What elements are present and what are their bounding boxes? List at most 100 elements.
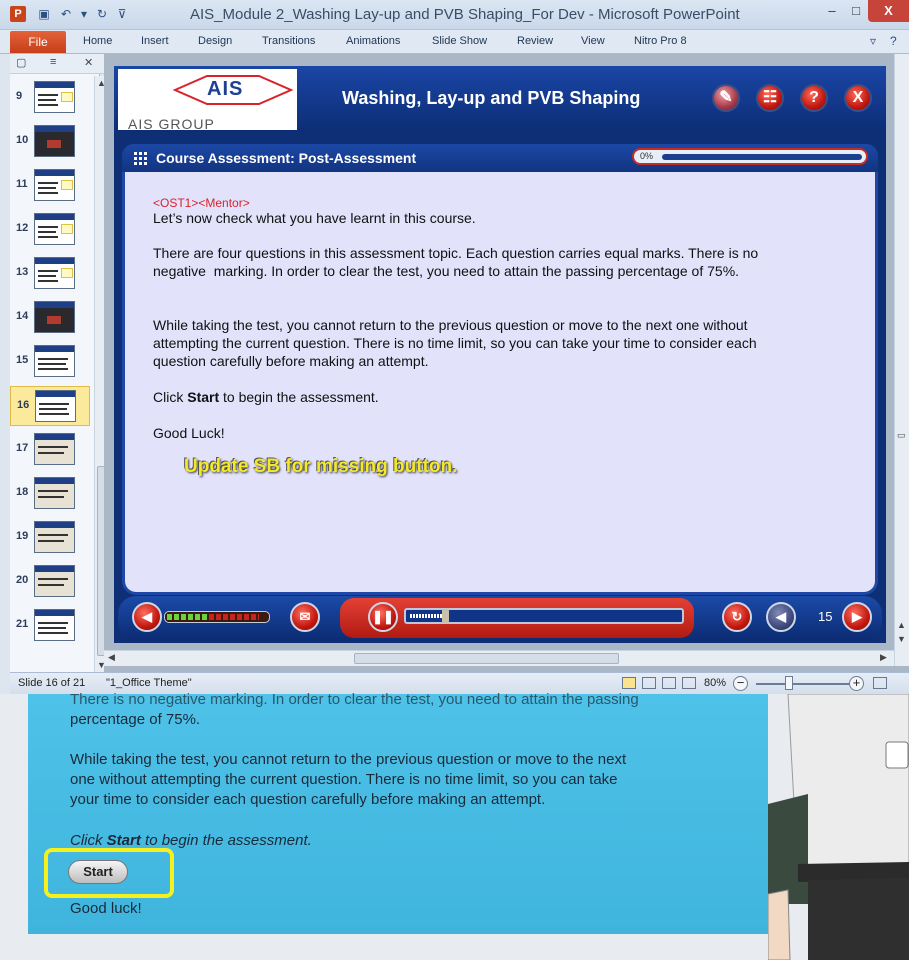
- horizontal-scroll-thumb[interactable]: [354, 653, 619, 664]
- slides-tab-icon[interactable]: ▢: [16, 56, 26, 69]
- previous-icon[interactable]: ◀: [766, 602, 796, 632]
- customize-toolbar-icon[interactable]: ⊽: [114, 6, 130, 22]
- next-icon[interactable]: ▶: [842, 602, 872, 632]
- thumbnail-panel-header: ▢ ≡ ✕: [10, 54, 110, 74]
- thumbnail-image: [34, 609, 75, 641]
- powerpoint-window: P ▣ ↶ ▾ ↻ ⊽ AIS_Module 2_Washing Lay-up …: [0, 0, 909, 960]
- thumbnail-slide-12[interactable]: 12: [10, 210, 90, 250]
- fit-to-window-icon[interactable]: [873, 677, 887, 689]
- menu-icon[interactable]: ☷: [756, 84, 784, 112]
- reference-good-luck: Good luck!: [70, 900, 142, 917]
- thumbnail-slide-15[interactable]: 15: [10, 342, 90, 382]
- reviewer-note: Update SB for missing button.: [184, 456, 458, 477]
- horizontal-scrollbar[interactable]: ◀ ▶: [104, 650, 894, 666]
- close-panel-icon[interactable]: ✕: [84, 56, 93, 69]
- scroll-thumb-small[interactable]: ▭: [897, 430, 906, 441]
- zoom-out-icon[interactable]: −: [733, 676, 748, 691]
- thumbnail-image: [34, 169, 75, 201]
- slide-sorter-icon[interactable]: [642, 677, 656, 689]
- help-button-icon[interactable]: ?: [800, 84, 828, 112]
- transcript-icon[interactable]: ✉: [290, 602, 320, 632]
- thumbnail-number: 11: [16, 178, 28, 190]
- scroll-left-icon[interactable]: ◀: [108, 652, 115, 663]
- reference-text-line0: There is no negative marking. In order t…: [70, 691, 639, 708]
- outline-tab-icon[interactable]: ≡: [50, 56, 56, 68]
- thumbnail-slide-9[interactable]: 9: [10, 78, 90, 118]
- seek-bar[interactable]: [404, 608, 684, 624]
- progress-percent: 0%: [640, 151, 654, 161]
- close-button[interactable]: X: [868, 0, 909, 22]
- tab-transitions[interactable]: Transitions: [262, 35, 315, 47]
- test-text-line1: While taking the test, you cannot return…: [153, 317, 748, 333]
- click-post: to begin the assessment.: [219, 389, 379, 405]
- click-bold: Start: [187, 389, 220, 405]
- zoom-level[interactable]: 80%: [704, 677, 726, 689]
- tab-insert[interactable]: Insert: [141, 35, 169, 47]
- normal-view-icon[interactable]: [622, 677, 636, 689]
- minimize-ribbon-icon[interactable]: ▿: [870, 34, 876, 48]
- thumbnail-slide-14[interactable]: 14: [10, 298, 90, 338]
- thumbnail-slide-16[interactable]: 16: [10, 386, 90, 426]
- save-icon[interactable]: ▣: [36, 6, 52, 22]
- theme-name[interactable]: "1_Office Theme": [106, 677, 192, 689]
- thumbnail-number: 14: [16, 310, 29, 322]
- glossary-icon[interactable]: ✎: [712, 84, 740, 112]
- zoom-in-icon[interactable]: +: [849, 676, 864, 691]
- thumbnail-slide-18[interactable]: 18: [10, 474, 90, 514]
- thumbnail-slide-11[interactable]: 11: [10, 166, 90, 206]
- slide-show-icon[interactable]: [682, 677, 696, 689]
- tab-design[interactable]: Design: [198, 35, 232, 47]
- tab-slide-show[interactable]: Slide Show: [432, 35, 487, 47]
- tab-animations[interactable]: Animations: [346, 35, 400, 47]
- thumbnail-slide-13[interactable]: 13: [10, 254, 90, 294]
- pause-icon[interactable]: ❚❚: [368, 602, 398, 632]
- exit-icon[interactable]: X: [844, 84, 872, 112]
- scroll-right-icon[interactable]: ▶: [880, 652, 887, 663]
- reading-view-icon[interactable]: [662, 677, 676, 689]
- course-title: Washing, Lay-up and PVB Shaping: [342, 88, 641, 108]
- help-icon[interactable]: ?: [890, 34, 897, 48]
- thumbnail-number: 17: [16, 442, 29, 454]
- zoom-slider-knob[interactable]: [785, 676, 793, 690]
- thumbnail-number: 12: [16, 222, 29, 234]
- redo-icon[interactable]: ↻: [94, 6, 110, 22]
- next-slide-icon[interactable]: ▼: [897, 634, 906, 644]
- seek-knob[interactable]: [442, 609, 449, 623]
- tab-nitro-pro[interactable]: Nitro Pro 8: [634, 35, 687, 47]
- thumbnail-image: [34, 213, 75, 245]
- ais-logo: AIS AIS GROUP: [118, 69, 297, 132]
- slide-canvas[interactable]: AIS AIS GROUP Washing, Lay-up and PVB Sh…: [114, 66, 886, 643]
- slide-vertical-scrollbar[interactable]: ▭ ▲ ▼: [894, 54, 909, 666]
- thumbnail-image: [34, 257, 75, 289]
- thumbnail-image: [34, 125, 75, 157]
- rules-text-line1: There are four questions in this assessm…: [153, 245, 759, 261]
- ref-click-pre: Click: [70, 832, 107, 849]
- thumbnail-slide-17[interactable]: 17: [10, 430, 90, 470]
- undo-dropdown-icon[interactable]: ▾: [76, 6, 92, 22]
- thumbnail-slide-19[interactable]: 19: [10, 518, 90, 558]
- powerpoint-app-icon[interactable]: P: [10, 6, 26, 22]
- thumbnail-slide-10[interactable]: 10: [10, 122, 90, 162]
- reference-text-line2: While taking the test, you cannot return…: [70, 751, 627, 768]
- tab-home[interactable]: Home: [83, 35, 112, 47]
- thumbnail-slide-21[interactable]: 21: [10, 606, 90, 646]
- reference-text-line4: your time to consider each question care…: [70, 791, 546, 808]
- slide-counter: Slide 16 of 21: [18, 677, 86, 689]
- replay-icon[interactable]: ↻: [722, 602, 752, 632]
- tab-file[interactable]: File: [10, 31, 66, 53]
- maximize-button[interactable]: □: [842, 0, 870, 22]
- thumbnail-slide-20[interactable]: 20: [10, 562, 90, 602]
- undo-icon[interactable]: ↶: [58, 6, 74, 22]
- tab-view[interactable]: View: [581, 35, 605, 47]
- volume-icon[interactable]: ◀: [132, 602, 162, 632]
- reference-text-line1: percentage of 75%.: [70, 711, 201, 728]
- storyboard-reference-image: There is no negative marking. In order t…: [0, 691, 909, 960]
- thumbnail-number: 16: [17, 399, 30, 411]
- volume-slider[interactable]: [164, 611, 270, 623]
- reference-text-line3: one without attempting the current quest…: [70, 771, 618, 788]
- start-button[interactable]: Start: [68, 860, 128, 884]
- previous-slide-icon[interactable]: ▲: [897, 620, 906, 630]
- tab-review[interactable]: Review: [517, 35, 553, 47]
- zoom-slider[interactable]: [756, 683, 856, 685]
- logo-group-text: AIS GROUP: [128, 116, 215, 132]
